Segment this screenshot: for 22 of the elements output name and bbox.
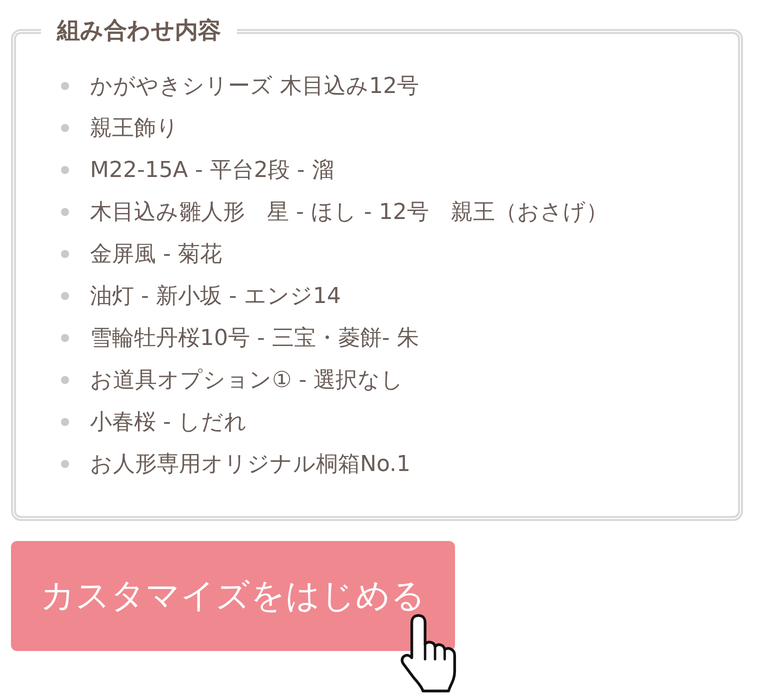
bullet-icon [61, 250, 69, 258]
bullet-icon [61, 334, 69, 342]
item-text: かがやきシリーズ 木目込み12号 [90, 73, 419, 101]
bullet-icon [61, 208, 69, 216]
item-text: 親王飾り [90, 115, 179, 143]
panel-title: 組み合わせ内容 [56, 17, 222, 45]
bullet-icon [61, 166, 69, 174]
bullet-icon [61, 124, 69, 132]
item-text: 雪輪牡丹桜10号 - 三宝・菱餅- 朱 [90, 325, 419, 353]
bullet-icon [61, 82, 69, 90]
bullet-icon [61, 292, 69, 300]
start-customize-button[interactable]: カスタマイズをはじめる [11, 541, 455, 651]
item-text: 金屏風 - 菊花 [90, 241, 222, 269]
item-text: 木目込み雛人形 星 - ほし - 12号 親王（おさげ） [90, 199, 608, 227]
bullet-icon [61, 418, 69, 426]
item-text: お人形専用オリジナル桐箱No.1 [90, 451, 411, 479]
item-text: 油灯 - 新小坂 - エンジ14 [90, 283, 341, 311]
item-text: 小春桜 - しだれ [90, 409, 247, 437]
item-text: お道具オプション① - 選択なし [90, 367, 404, 395]
item-text: M22-15A - 平台2段 - 溜 [90, 157, 334, 185]
bullet-icon [61, 376, 69, 384]
bullet-icon [61, 460, 69, 468]
